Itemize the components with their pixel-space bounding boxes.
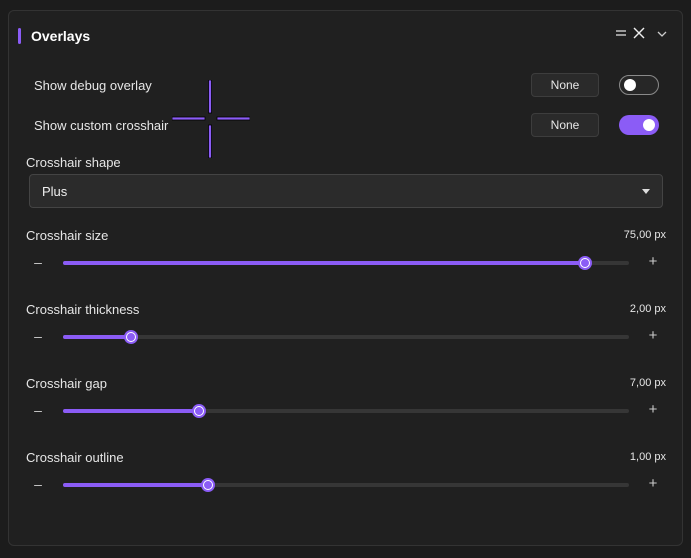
debug-overlay-label: Show debug overlay <box>34 78 152 93</box>
slider-fill <box>63 409 199 413</box>
custom-crosshair-toggle[interactable] <box>619 115 659 135</box>
slider-fill <box>63 261 585 265</box>
slider-thumb-dot <box>203 481 212 489</box>
slider-thumb-dot <box>580 259 589 267</box>
debug-overlay-keybind-button[interactable]: None <box>531 73 599 97</box>
crosshair-thickness-value: 2,00 px <box>629 303 666 315</box>
crosshair-size-decrease-button[interactable]: – <box>32 254 44 270</box>
crosshair-thickness-increase-button[interactable]: + <box>646 327 660 344</box>
crosshair-size-slider[interactable] <box>63 256 629 270</box>
custom-crosshair-label: Show custom crosshair <box>34 118 169 133</box>
toggle-knob <box>624 79 636 91</box>
slider-thumb[interactable] <box>200 478 215 492</box>
crosshair-thickness-decrease-button[interactable]: – <box>32 328 44 344</box>
slider-thumb[interactable] <box>123 330 138 344</box>
crosshair-thickness-slider-block: Crosshair thickness 2,00 px – + <box>26 302 666 362</box>
crosshair-outline-value: 1,00 px <box>629 451 666 463</box>
crosshair-shape-dropdown[interactable]: Plus <box>29 174 663 208</box>
crosshair-outline-slider[interactable] <box>63 478 629 492</box>
slider-thumb-dot <box>126 333 135 341</box>
panel-title: Overlays <box>31 28 91 44</box>
panel-header: Overlays <box>18 28 90 44</box>
crosshair-gap-slider[interactable] <box>63 404 629 418</box>
accent-bar <box>18 28 21 44</box>
slider-thumb-dot <box>194 407 203 415</box>
crosshair-outline-label: Crosshair outline <box>26 450 124 465</box>
crosshair-gap-slider-block: Crosshair gap 7,00 px – + <box>26 376 666 436</box>
debug-overlay-row: Show debug overlay None <box>26 73 659 99</box>
crosshair-thickness-slider[interactable] <box>63 330 629 344</box>
crosshair-size-label: Crosshair size <box>26 228 109 243</box>
crosshair-outline-decrease-button[interactable]: – <box>32 476 44 492</box>
crosshair-gap-value: 7,00 px <box>629 377 666 389</box>
header-icons <box>615 26 667 44</box>
slider-thumb[interactable] <box>577 256 592 270</box>
drag-handle-icon[interactable] <box>615 26 627 44</box>
toggle-knob <box>643 119 655 131</box>
crosshair-gap-decrease-button[interactable]: – <box>32 402 44 418</box>
crosshair-size-value: 75,00 px <box>623 229 666 241</box>
caret-down-icon <box>642 189 650 194</box>
crosshair-outline-increase-button[interactable]: + <box>646 475 660 492</box>
crosshair-shape-selected: Plus <box>42 184 68 199</box>
crosshair-shape-label: Crosshair shape <box>26 155 121 170</box>
crosshair-gap-label: Crosshair gap <box>26 376 107 391</box>
slider-thumb[interactable] <box>191 404 206 418</box>
crosshair-size-increase-button[interactable]: + <box>646 253 660 270</box>
chevron-down-icon[interactable] <box>657 26 667 44</box>
crosshair-outline-slider-block: Crosshair outline 1,00 px – + <box>26 450 666 510</box>
slider-fill <box>63 483 208 487</box>
crosshair-gap-increase-button[interactable]: + <box>646 401 660 418</box>
close-icon[interactable] <box>633 26 645 44</box>
crosshair-shape-icon <box>171 79 251 159</box>
crosshair-thickness-label: Crosshair thickness <box>26 302 140 317</box>
custom-crosshair-keybind-button[interactable]: None <box>531 113 599 137</box>
debug-overlay-toggle[interactable] <box>619 75 659 95</box>
custom-crosshair-row: Show custom crosshair None <box>26 113 659 139</box>
crosshair-preview <box>171 79 251 159</box>
crosshair-size-slider-block: Crosshair size 75,00 px – + <box>26 228 666 288</box>
slider-fill <box>63 335 131 339</box>
